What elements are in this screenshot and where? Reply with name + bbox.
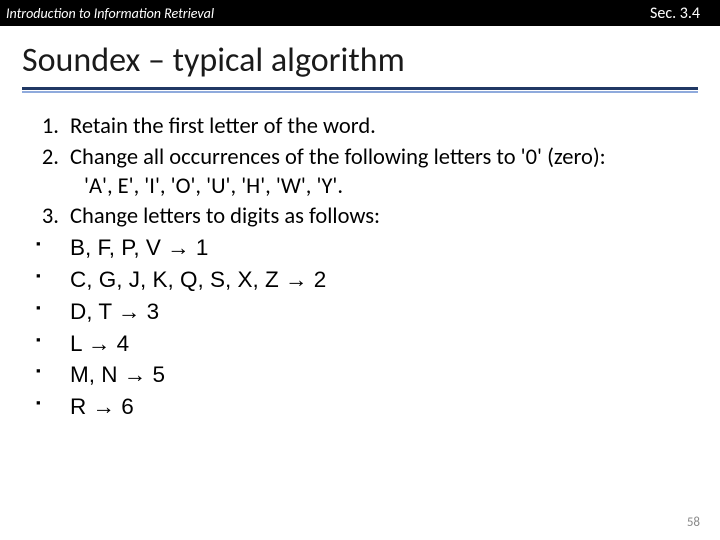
- step-2: Change all occurrences of the following …: [64, 144, 700, 202]
- mapping-3: D, T → 3: [20, 298, 700, 328]
- mapping-6: R → 6: [20, 393, 700, 423]
- step-1: Retain the first letter of the word.: [64, 113, 700, 142]
- divider-dark: [22, 87, 698, 90]
- ordered-steps: Retain the first letter of the word. Cha…: [20, 113, 700, 232]
- mapping-4: L → 4: [20, 330, 700, 360]
- mapping-5: M, N → 5: [20, 361, 700, 391]
- step-3: Change letters to digits as follows:: [64, 203, 700, 232]
- mapping-2: C, G, J, K, Q, S, X, Z → 2: [20, 266, 700, 296]
- header-bar: Introduction to Information Retrieval Se…: [0, 0, 720, 26]
- section-label: Sec. 3.4: [650, 4, 720, 23]
- content-area: Retain the first letter of the word. Cha…: [0, 99, 720, 423]
- mapping-list: B, F, P, V → 1 C, G, J, K, Q, S, X, Z → …: [20, 234, 700, 423]
- step-2-text: Change all occurrences of the following …: [70, 144, 606, 171]
- page-number: 58: [687, 515, 700, 530]
- title-block: Soundex – typical algorithm: [0, 26, 720, 99]
- course-title: Introduction to Information Retrieval: [0, 5, 214, 22]
- step-2-letters: 'A', E', 'I', 'O', 'U', 'H', 'W', 'Y'.: [70, 173, 700, 202]
- divider-light: [22, 91, 698, 93]
- slide-title: Soundex – typical algorithm: [22, 40, 698, 81]
- mapping-1: B, F, P, V → 1: [20, 234, 700, 264]
